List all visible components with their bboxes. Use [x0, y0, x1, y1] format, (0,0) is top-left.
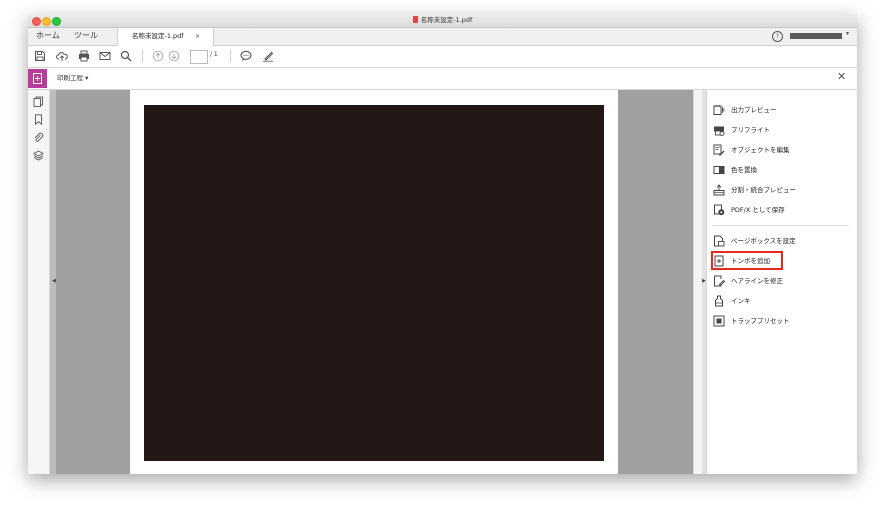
preflight-icon	[714, 126, 725, 136]
page-thumbnails-icon[interactable]	[33, 96, 44, 107]
tab-bar: ホーム ツール 名称未設定-1.pdf × ? ▾	[28, 28, 857, 46]
page-total: / 1	[210, 51, 218, 58]
tab-tools[interactable]: ツール	[74, 28, 98, 45]
toolbar-separator	[230, 50, 231, 63]
tool-label: 分割・統合プレビュー	[731, 186, 796, 194]
tab-home[interactable]: ホーム	[36, 28, 60, 45]
print-icon[interactable]	[78, 50, 90, 62]
fix-hairlines-icon	[714, 275, 725, 287]
page-box-icon	[714, 235, 725, 247]
cloud-upload-icon[interactable]	[56, 50, 68, 62]
tool-label: トラッププリセット	[731, 317, 790, 325]
tool-header-bar: 印刷工程 ▾ ✕	[28, 68, 857, 90]
main-toolbar: / 1	[28, 46, 857, 68]
tab-document-label: 名称未設定-1.pdf	[132, 32, 184, 40]
replace-color-icon	[713, 166, 725, 174]
layers-icon[interactable]	[33, 150, 44, 161]
previous-page-icon[interactable]	[152, 50, 164, 62]
bookmarks-icon[interactable]	[33, 114, 44, 125]
tool-label: ページボックスを設定	[731, 237, 796, 245]
tool-label: ヘアラインを修正	[731, 277, 783, 285]
highlight-box	[711, 251, 783, 270]
trap-presets-icon	[713, 315, 725, 327]
page-artwork	[144, 105, 604, 461]
tab-document[interactable]: 名称未設定-1.pdf ×	[117, 28, 214, 46]
tool-label: インキ	[731, 297, 751, 305]
attachments-icon[interactable]	[33, 132, 44, 143]
tool-label: 色を置換	[731, 166, 757, 174]
ink-icon	[715, 295, 723, 307]
tools-divider	[713, 225, 849, 226]
tool-label: プリフライト	[731, 126, 770, 134]
pdf-file-icon	[412, 16, 418, 23]
save-icon[interactable]	[34, 50, 46, 62]
account-menu-caret-icon[interactable]: ▾	[846, 30, 849, 37]
edit-object-icon	[713, 144, 725, 156]
output-preview-icon	[713, 105, 725, 115]
title-bar: 名称未設定-1.pdf	[28, 14, 857, 28]
window-title: 名称未設定-1.pdf	[28, 15, 857, 26]
next-page-icon[interactable]	[168, 50, 180, 62]
vertical-scrollbar[interactable]	[693, 90, 702, 474]
sign-pen-icon[interactable]	[262, 50, 274, 62]
tab-close-icon[interactable]: ×	[195, 28, 200, 45]
tool-name-dropdown[interactable]: 印刷工程 ▾	[57, 68, 88, 89]
close-tool-icon[interactable]: ✕	[837, 70, 846, 83]
search-icon[interactable]	[120, 50, 132, 62]
help-icon[interactable]: ?	[772, 31, 783, 42]
collapse-left-icon[interactable]: ◀	[52, 278, 56, 284]
tool-label: PDF/X として保存	[731, 206, 785, 214]
flattener-preview-icon	[713, 184, 725, 196]
left-nav-panel	[28, 90, 50, 474]
email-icon[interactable]	[99, 50, 111, 62]
account-name[interactable]	[790, 33, 842, 39]
tool-label: オブジェクトを編集	[731, 146, 790, 154]
toolbar-separator	[142, 50, 143, 63]
window-title-text: 名称未設定-1.pdf	[420, 16, 473, 24]
tool-label: 出力プレビュー	[731, 106, 777, 114]
comment-icon[interactable]	[240, 50, 252, 62]
save-pdfx-icon	[714, 204, 725, 216]
tool-doc-icon	[33, 73, 42, 84]
acrobat-window: 名称未設定-1.pdf ホーム ツール 名称未設定-1.pdf × ? ▾ / …	[28, 14, 857, 474]
print-production-tool-icon	[28, 69, 47, 88]
page-number-input[interactable]	[190, 50, 208, 64]
